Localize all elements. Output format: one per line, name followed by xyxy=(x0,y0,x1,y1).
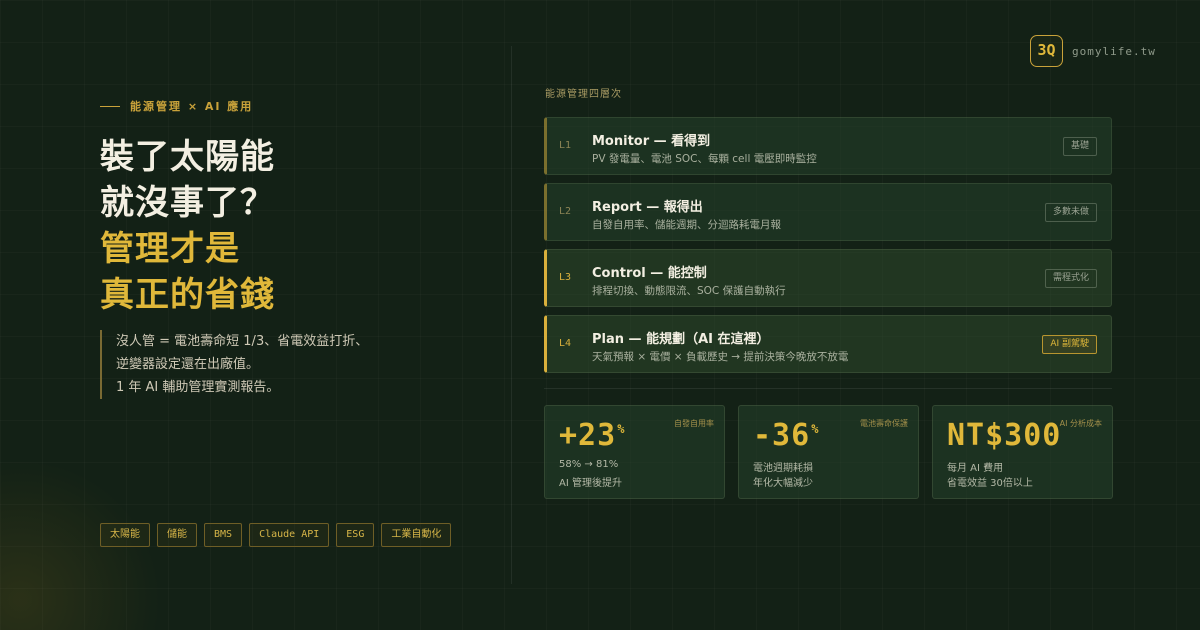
stat-detail: 省電效益 30倍以上 xyxy=(947,478,1033,489)
stat-card-ai-cost: AI 分析成本 NT$300 每月 AI 費用 省電效益 30倍以上 xyxy=(932,405,1113,499)
lead-line-2: 逆變器設定還在出廠值。 xyxy=(116,357,260,372)
headline-line-1: 裝了太陽能 xyxy=(100,137,275,177)
lead-line-3: 1 年 AI 輔助管理實測報告。 xyxy=(116,380,280,395)
layer-number: L4 xyxy=(559,338,572,349)
layer-title: Report — 報得出 xyxy=(592,200,703,215)
section-label: 能源管理四層次 xyxy=(545,89,622,100)
layer-title: Monitor — 看得到 xyxy=(592,134,711,149)
layer-description: 排程切換、動態限流、SOC 保護自動執行 xyxy=(592,285,786,297)
brand: 3Q gomylife.tw xyxy=(1030,35,1156,67)
stat-card-self-consumption: 自發自用率 +23% 58% → 81% AI 管理後提升 xyxy=(544,405,725,499)
headline: 裝了太陽能 就沒事了？ 管理才是 真正的省錢 xyxy=(100,134,275,318)
layer-description: 天氣預報 × 電價 × 負載歷史 → 提前決策今晚放不放電 xyxy=(592,351,849,363)
stat-unit: % xyxy=(617,422,626,436)
section-divider xyxy=(544,388,1112,389)
headline-line-2: 就沒事了？ xyxy=(100,183,275,223)
tag-esg: ESG xyxy=(336,523,375,547)
layer-badge: 需程式化 xyxy=(1044,269,1097,288)
stat-value: -36% xyxy=(753,418,820,453)
stat-detail: 年化大幅減少 xyxy=(753,478,813,489)
layer-card-l2: L2 Report — 報得出 自發自用率、儲能週期、分迴路耗電月報 多數未做 xyxy=(544,183,1112,241)
stat-unit: % xyxy=(811,422,820,436)
tag-solar: 太陽能 xyxy=(100,523,150,547)
tag-list: 太陽能 儲能 BMS Claude API ESG 工業自動化 xyxy=(100,523,452,547)
layer-description: 自發自用率、儲能週期、分迴路耗電月報 xyxy=(592,219,781,231)
brand-logo: 3Q xyxy=(1030,35,1063,67)
layer-number: L2 xyxy=(559,206,572,217)
tag-storage: 儲能 xyxy=(157,523,197,547)
layer-number: L3 xyxy=(559,272,572,283)
layer-card-l3: L3 Control — 能控制 排程切換、動態限流、SOC 保護自動執行 需程… xyxy=(544,249,1112,307)
tag-claude-api: Claude API xyxy=(249,523,330,547)
lead-line-1: 沒人管 = 電池壽命短 1/3、省電效益打折、 xyxy=(116,334,369,349)
layer-badge: 多數未做 xyxy=(1044,203,1097,222)
eyebrow-text: 能源管理 × AI 應用 xyxy=(130,100,254,113)
layer-title: Plan — 能規劃（AI 在這裡） xyxy=(592,332,770,347)
eyebrow-line xyxy=(100,105,120,107)
stat-caption: AI 分析成本 xyxy=(1059,419,1102,428)
lead-text: 沒人管 = 電池壽命短 1/3、省電效益打折、 逆變器設定還在出廠值。 1 年 … xyxy=(100,330,368,399)
column-divider xyxy=(511,46,512,584)
layer-badge-ai: AI 副駕駛 xyxy=(1042,335,1097,354)
tag-industrial-automation: 工業自動化 xyxy=(381,523,452,547)
eyebrow: 能源管理 × AI 應用 xyxy=(100,98,253,114)
stat-value: NT$300 xyxy=(947,418,1062,453)
layer-number: L1 xyxy=(559,140,572,151)
layer-title: Control — 能控制 xyxy=(592,266,707,281)
headline-line-4: 真正的省錢 xyxy=(100,275,275,315)
stat-caption: 電池壽命保護 xyxy=(860,419,908,428)
stat-caption: 自發自用率 xyxy=(674,419,714,428)
layer-list: L1 Monitor — 看得到 PV 發電量、電池 SOC、每顆 cell 電… xyxy=(544,117,1112,381)
layer-card-l4: L4 Plan — 能規劃（AI 在這裡） 天氣預報 × 電價 × 負載歷史 →… xyxy=(544,315,1112,373)
headline-line-3: 管理才是 xyxy=(100,229,240,269)
stat-detail: 每月 AI 費用 xyxy=(947,463,1004,474)
layer-card-l1: L1 Monitor — 看得到 PV 發電量、電池 SOC、每顆 cell 電… xyxy=(544,117,1112,175)
stat-detail: 58% → 81% xyxy=(559,459,619,470)
stat-detail: AI 管理後提升 xyxy=(559,478,622,489)
tag-bms: BMS xyxy=(204,523,243,547)
brand-url: gomylife.tw xyxy=(1072,44,1156,58)
layer-description: PV 發電量、電池 SOC、每顆 cell 電壓即時監控 xyxy=(592,153,817,165)
stat-cards: 自發自用率 +23% 58% → 81% AI 管理後提升 電池壽命保護 -36… xyxy=(544,405,1113,499)
layer-badge: 基礎 xyxy=(1062,137,1097,156)
stat-card-battery-protection: 電池壽命保護 -36% 電池週期耗損 年化大幅減少 xyxy=(738,405,919,499)
stat-detail: 電池週期耗損 xyxy=(753,463,813,474)
stat-value: +23% xyxy=(559,418,626,453)
